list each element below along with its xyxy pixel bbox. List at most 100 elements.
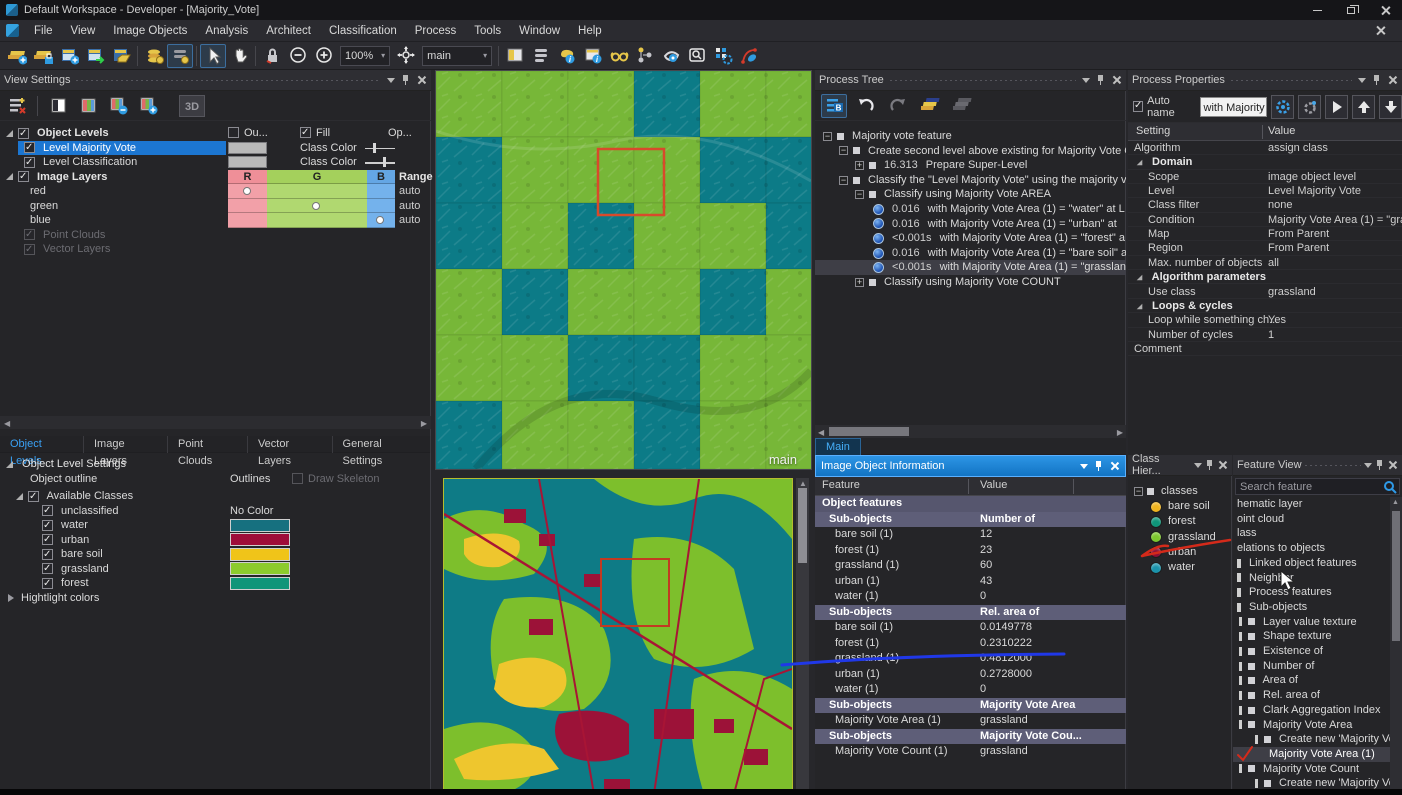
document-close-icon[interactable] xyxy=(1370,21,1390,41)
level-fill-value[interactable]: Class Color xyxy=(300,141,357,156)
expand-icon[interactable]: + xyxy=(855,278,864,287)
move-up-button[interactable] xyxy=(1352,95,1375,119)
feature-item[interactable]: Create new 'Majority Vote xyxy=(1233,776,1390,789)
execute-button[interactable] xyxy=(1325,95,1348,119)
ioi-row[interactable]: bare soil (1)0.0149778 xyxy=(815,620,1126,636)
ioi-row[interactable]: bare soil (1)12 xyxy=(815,527,1126,543)
zoom-out-icon[interactable] xyxy=(285,44,311,68)
edit-polygon-icon[interactable] xyxy=(736,44,762,68)
column-feature[interactable]: Feature xyxy=(822,479,860,491)
class-color-swatch[interactable] xyxy=(230,519,290,532)
class-color-swatch[interactable] xyxy=(230,548,290,561)
pin-icon[interactable] xyxy=(402,75,410,85)
pt-stack-gray-icon[interactable] xyxy=(949,94,975,118)
channel-cell[interactable] xyxy=(228,199,267,214)
view-3d-button[interactable]: 3D xyxy=(179,95,205,117)
save-stack-alt-icon[interactable] xyxy=(167,44,193,68)
close-icon[interactable] xyxy=(1388,76,1396,84)
pan-hand-icon[interactable] xyxy=(226,44,252,68)
level-checkbox[interactable] xyxy=(24,157,35,168)
image-layers-checkbox[interactable] xyxy=(18,171,29,182)
pp-group-header[interactable]: Loops & cycles xyxy=(1128,299,1402,313)
map-viewport-classification[interactable] xyxy=(443,478,793,795)
pt-stack-icon[interactable] xyxy=(917,94,943,118)
process-node[interactable]: 0.016 with Majority Vote Area (1) = "bar… xyxy=(815,246,1126,261)
close-icon[interactable] xyxy=(1112,76,1120,84)
channel-cell[interactable] xyxy=(228,184,267,199)
channel-cell[interactable] xyxy=(228,213,267,228)
feature-item[interactable]: Area of xyxy=(1233,673,1390,688)
ioi-row[interactable]: grassland (1)60 xyxy=(815,558,1126,574)
feature-item[interactable]: Existence of xyxy=(1233,644,1390,659)
ioi-row[interactable]: water (1)0 xyxy=(815,682,1126,698)
layer-minus-icon[interactable] xyxy=(105,94,131,118)
channel-cell[interactable] xyxy=(367,199,395,214)
tab-vector-layers[interactable]: Vector Layers xyxy=(248,436,333,453)
panel-menu-icon[interactable] xyxy=(1080,464,1088,469)
fill-column-checkbox[interactable] xyxy=(300,127,311,138)
horizontal-scrollbar[interactable]: ◀▶ xyxy=(815,425,1126,438)
auto-name-checkbox[interactable] xyxy=(1133,101,1143,112)
vertical-scrollbar[interactable]: ▲ xyxy=(1390,497,1402,789)
zoom-in-icon[interactable] xyxy=(311,44,337,68)
feature-item[interactable]: Majority Vote Area xyxy=(1233,718,1390,733)
channel-cell[interactable] xyxy=(367,184,395,199)
class-item[interactable]: bare soil xyxy=(1128,499,1232,514)
pp-row[interactable]: Algorithmassign class xyxy=(1128,141,1402,155)
zoom-window-icon[interactable] xyxy=(684,44,710,68)
pp-group-header[interactable]: Algorithm parameters xyxy=(1128,270,1402,284)
available-classes-checkbox[interactable] xyxy=(28,491,39,502)
close-icon[interactable] xyxy=(417,76,425,84)
horizontal-scrollbar[interactable]: ◀▶ xyxy=(0,416,431,429)
class-checkbox[interactable] xyxy=(42,563,53,574)
process-node[interactable]: + 16.313 Prepare Super-Level xyxy=(815,158,1126,173)
level-checkbox[interactable] xyxy=(24,142,35,153)
ioi-row[interactable]: forest (1)0.2310222 xyxy=(815,636,1126,652)
object-hierarchy-icon[interactable] xyxy=(632,44,658,68)
lock-scene-icon[interactable] xyxy=(30,44,56,68)
ioi-row[interactable]: forest (1)23 xyxy=(815,543,1126,559)
feature-item[interactable]: Number of xyxy=(1233,659,1390,674)
ioi-row[interactable]: urban (1)43 xyxy=(815,574,1126,590)
expand-icon[interactable] xyxy=(1137,275,1143,281)
level-fill-value[interactable]: Class Color xyxy=(300,155,357,170)
pp-row[interactable]: Comment xyxy=(1128,342,1402,356)
menu-analysis[interactable]: Analysis xyxy=(196,20,257,42)
ioi-row[interactable]: Majority Vote Area (1)grassland xyxy=(815,713,1126,729)
class-item[interactable]: water xyxy=(1128,560,1232,575)
split-view-icon[interactable] xyxy=(502,44,528,68)
menu-file[interactable]: File xyxy=(25,20,62,42)
classification-info-icon[interactable]: i xyxy=(554,44,580,68)
channel-cell[interactable] xyxy=(267,199,367,214)
tab-main[interactable]: Main xyxy=(815,438,861,455)
object-levels-checkbox[interactable] xyxy=(18,128,29,139)
expand-icon[interactable] xyxy=(6,173,13,180)
outline-column-checkbox[interactable] xyxy=(228,127,239,138)
class-checkbox[interactable] xyxy=(42,549,53,560)
ioi-row[interactable]: Majority Vote Count (1)grassland xyxy=(815,744,1126,760)
close-icon[interactable] xyxy=(1388,461,1396,469)
panel-menu-icon[interactable] xyxy=(1364,463,1372,468)
select-cursor-icon[interactable] xyxy=(200,44,226,68)
column-value[interactable]: Value xyxy=(1268,125,1295,137)
expand-icon[interactable] xyxy=(16,493,23,500)
feature-item[interactable]: Linked object features xyxy=(1233,556,1390,571)
pp-row[interactable]: Use classgrassland xyxy=(1128,285,1402,299)
menu-classification[interactable]: Classification xyxy=(320,20,406,42)
lock-tool-icon[interactable] xyxy=(259,44,285,68)
menu-process[interactable]: Process xyxy=(406,20,466,42)
move-down-button[interactable] xyxy=(1379,95,1402,119)
pt-redo-icon[interactable] xyxy=(885,94,911,118)
close-icon[interactable] xyxy=(1110,462,1118,470)
feature-item[interactable]: Majority Vote Area (1) xyxy=(1233,747,1390,762)
range-value[interactable]: auto xyxy=(399,199,420,214)
range-value[interactable]: auto xyxy=(399,184,420,199)
layer-single-icon[interactable] xyxy=(45,94,71,118)
process-node[interactable]: − Classify using Majority Vote AREA xyxy=(815,187,1126,202)
tab-point-clouds[interactable]: Point Clouds xyxy=(168,436,248,453)
feature-item[interactable]: Majority Vote Count xyxy=(1233,762,1390,777)
expand-icon[interactable]: − xyxy=(839,176,848,185)
pp-row[interactable]: Number of cycles1 xyxy=(1128,328,1402,342)
pp-group-header[interactable]: Domain xyxy=(1128,155,1402,169)
process-node[interactable]: − Majority vote feature xyxy=(815,129,1126,144)
